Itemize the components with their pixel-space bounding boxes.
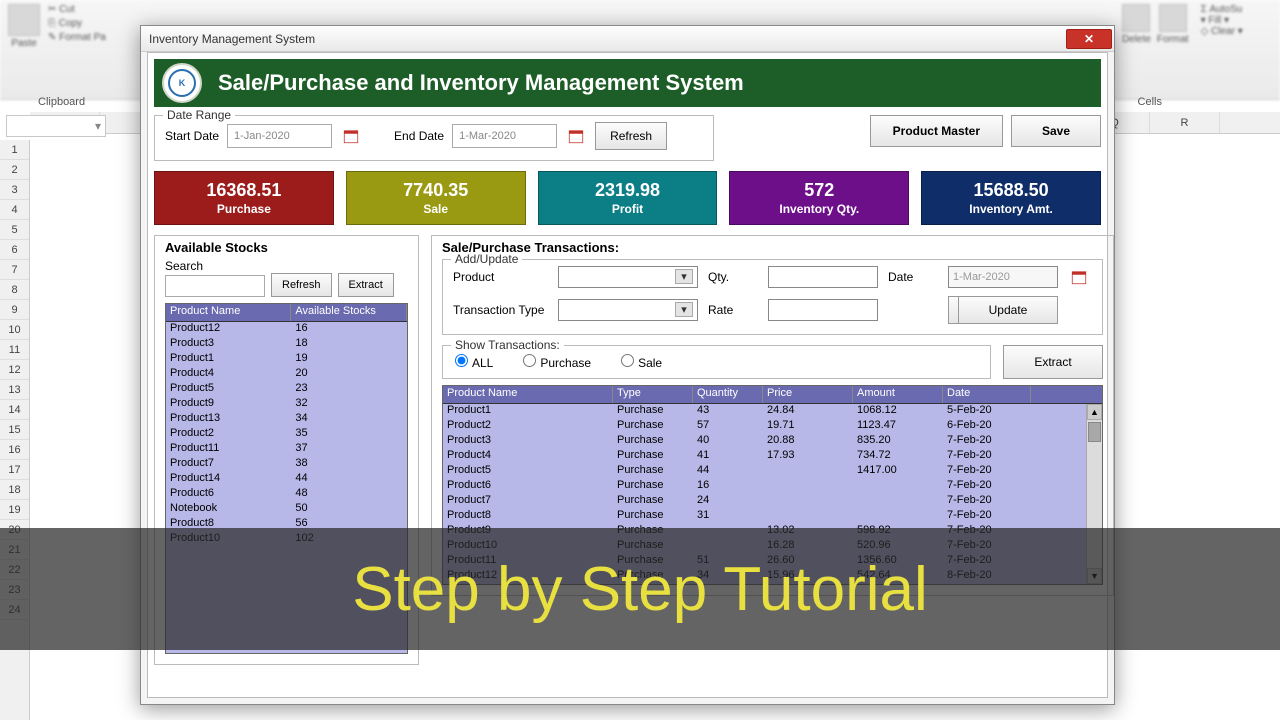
summary-tile: 572Inventory Qty.: [729, 171, 909, 225]
start-date-input[interactable]: [227, 124, 332, 148]
summary-tile: 7740.35Sale: [346, 171, 526, 225]
scroll-thumb[interactable]: [1088, 422, 1101, 442]
table-row[interactable]: Product8Purchase317-Feb-20: [443, 509, 1102, 524]
rate-label: Rate: [708, 303, 758, 317]
calendar-icon[interactable]: [565, 125, 587, 147]
list-item[interactable]: Product1444: [166, 472, 407, 487]
table-row[interactable]: Product3Purchase4020.88835.207-Feb-20: [443, 434, 1102, 449]
list-item[interactable]: Product932: [166, 397, 407, 412]
tutorial-text: Step by Step Tutorial: [352, 554, 928, 625]
list-item[interactable]: Product1216: [166, 322, 407, 337]
cells-label: Cells: [1138, 96, 1162, 108]
transactions-title: Sale/Purchase Transactions:: [442, 240, 1103, 255]
product-label: Product: [453, 270, 548, 284]
list-item[interactable]: Product523: [166, 382, 407, 397]
product-master-button[interactable]: Product Master: [870, 115, 1003, 147]
table-row[interactable]: Product7Purchase247-Feb-20: [443, 494, 1102, 509]
rate-input[interactable]: [768, 299, 878, 321]
summary-tile: 15688.50Inventory Amt.: [921, 171, 1101, 225]
date-range-fieldset: Date Range Start Date End Date Refresh: [154, 115, 714, 161]
end-date-label: End Date: [394, 129, 444, 143]
radio-sale[interactable]: Sale: [621, 354, 662, 370]
table-row[interactable]: Product2Purchase5719.711123.476-Feb-20: [443, 419, 1102, 434]
search-input[interactable]: [165, 275, 265, 297]
calendar-icon[interactable]: [1068, 266, 1090, 288]
date-input[interactable]: [948, 266, 1058, 288]
close-button[interactable]: ✕: [1066, 29, 1112, 49]
tutorial-overlay: Step by Step Tutorial: [0, 528, 1280, 650]
show-transactions-fieldset: Show Transactions: ALL Purchase Sale: [442, 345, 991, 379]
transactions-extract-button[interactable]: Extract: [1003, 345, 1103, 379]
summary-tiles: 16368.51Purchase7740.35Sale2319.98Profit…: [154, 171, 1101, 225]
list-item[interactable]: Product648: [166, 487, 407, 502]
app-logo: K: [162, 63, 202, 103]
list-item[interactable]: Product235: [166, 427, 407, 442]
app-banner: K Sale/Purchase and Inventory Management…: [154, 59, 1101, 107]
save-button[interactable]: Save: [1011, 115, 1101, 147]
search-label: Search: [165, 259, 408, 273]
date-range-legend: Date Range: [163, 108, 235, 122]
calendar-icon[interactable]: [340, 125, 362, 147]
list-item[interactable]: Product318: [166, 337, 407, 352]
summary-tile: 16368.51Purchase: [154, 171, 334, 225]
table-row[interactable]: Product5Purchase441417.007-Feb-20: [443, 464, 1102, 479]
window-title: Inventory Management System: [149, 32, 315, 46]
date-label: Date: [888, 270, 938, 284]
qty-input[interactable]: [768, 266, 878, 288]
name-box[interactable]: ▾: [6, 115, 106, 137]
stocks-extract-button[interactable]: Extract: [338, 273, 394, 297]
refresh-button[interactable]: Refresh: [595, 122, 667, 150]
clipboard-label: Clipboard: [38, 96, 85, 108]
scroll-up-icon[interactable]: ▲: [1087, 404, 1102, 420]
show-transactions-legend: Show Transactions:: [451, 338, 564, 352]
add-update-fieldset: Add/Update Product Qty. Date Transaction…: [442, 259, 1103, 335]
radio-purchase[interactable]: Purchase: [523, 354, 591, 370]
transaction-type-combo[interactable]: [558, 299, 698, 321]
list-item[interactable]: Product1137: [166, 442, 407, 457]
stocks-refresh-button[interactable]: Refresh: [271, 273, 332, 297]
excel-ribbon-right: Delete Format Σ AutoSu ▾ Fill ▾ ◇ Clear …: [1118, 0, 1280, 100]
banner-title: Sale/Purchase and Inventory Management S…: [218, 70, 744, 96]
list-item[interactable]: Product1334: [166, 412, 407, 427]
list-item[interactable]: Product420: [166, 367, 407, 382]
table-row[interactable]: Product4Purchase4117.93734.727-Feb-20: [443, 449, 1102, 464]
update-button[interactable]: Update: [958, 296, 1058, 324]
list-item[interactable]: Product119: [166, 352, 407, 367]
table-row[interactable]: Product6Purchase167-Feb-20: [443, 479, 1102, 494]
start-date-label: Start Date: [165, 129, 219, 143]
titlebar: Inventory Management System ✕: [141, 26, 1114, 52]
product-combo[interactable]: [558, 266, 698, 288]
table-row[interactable]: Product1Purchase4324.841068.125-Feb-20: [443, 404, 1102, 419]
transaction-type-label: Transaction Type: [453, 303, 548, 317]
list-item[interactable]: Notebook50: [166, 502, 407, 517]
qty-label: Qty.: [708, 270, 758, 284]
add-update-legend: Add/Update: [451, 252, 522, 266]
radio-all[interactable]: ALL: [455, 354, 493, 370]
list-item[interactable]: Product738: [166, 457, 407, 472]
available-stocks-title: Available Stocks: [165, 240, 408, 255]
summary-tile: 2319.98Profit: [538, 171, 718, 225]
end-date-input[interactable]: [452, 124, 557, 148]
